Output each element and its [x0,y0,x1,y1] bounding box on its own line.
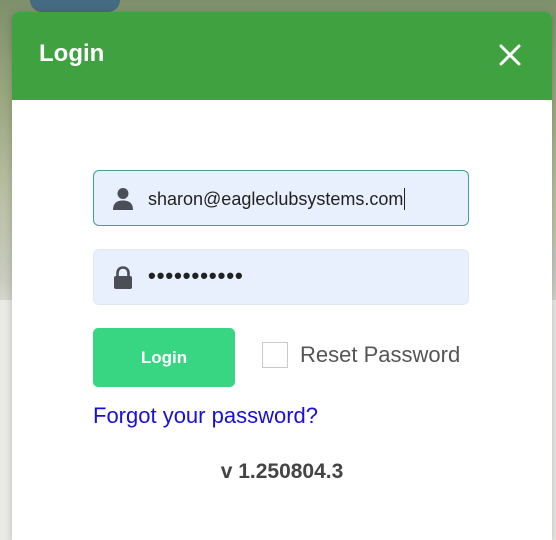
email-field[interactable]: sharon@eagleclubsystems.com [93,170,469,226]
background-panel-left [0,300,12,540]
background-logo [30,0,120,12]
forgot-password-link[interactable]: Forgot your password? [93,403,318,429]
email-value: sharon@eagleclubsystems.com [148,188,406,210]
version-label: v 1.250804.3 [220,460,344,483]
login-modal: Login sharon@eagleclubsystems.com ••••••… [12,12,552,540]
reset-password-option[interactable]: Reset Password [262,341,460,369]
reset-password-label[interactable]: Reset Password [300,342,460,368]
close-icon [499,44,521,66]
password-value: ••••••••••• [148,263,244,288]
login-button[interactable]: Login [93,328,235,387]
lock-icon [114,266,132,289]
reset-password-checkbox[interactable] [262,342,288,368]
modal-header: Login [12,12,552,100]
close-button[interactable] [498,43,522,67]
password-field[interactable]: ••••••••••• [93,249,469,305]
modal-title: Login [39,40,105,67]
text-caret [404,188,406,210]
user-icon [113,188,133,210]
